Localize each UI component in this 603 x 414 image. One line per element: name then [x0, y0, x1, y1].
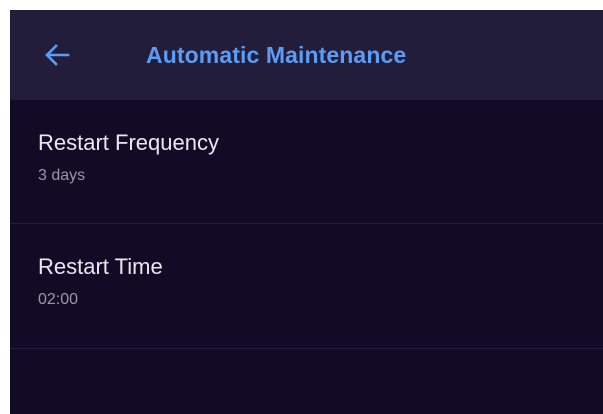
- restart-frequency-label: Restart Frequency: [38, 130, 219, 155]
- restart-time-value: 02:00: [38, 291, 79, 308]
- settings-list: Restart Frequency 3 days Restart Time 02…: [10, 100, 603, 349]
- back-button[interactable]: [10, 10, 112, 100]
- restart-time-setting[interactable]: Restart Time 02:00: [10, 224, 603, 349]
- restart-frequency-value: 3 days: [38, 167, 86, 184]
- restart-time-label: Restart Time: [38, 254, 163, 279]
- arrow-back-icon: [45, 44, 70, 66]
- app-bar: Automatic Maintenance: [10, 10, 603, 100]
- page-title: Automatic Maintenance: [146, 41, 407, 68]
- restart-frequency-setting[interactable]: Restart Frequency 3 days: [10, 100, 603, 224]
- screen: Automatic Maintenance Restart Frequency …: [10, 10, 603, 414]
